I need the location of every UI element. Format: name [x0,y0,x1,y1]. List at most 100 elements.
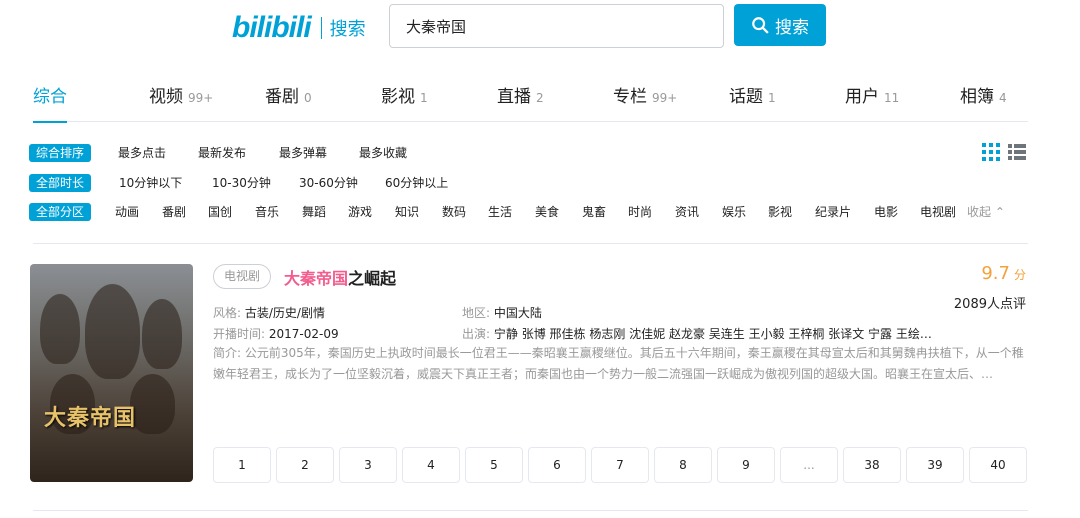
meta-value: 宁静 张博 邢佳栋 杨志刚 沈佳妮 赵龙豪 吴连生 王小毅 王梓桐 张译文 宁露… [493,327,932,341]
zone-option[interactable]: 资讯 [675,203,699,221]
zone-chip-all[interactable]: 全部分区 [29,203,92,221]
zone-option[interactable]: 生活 [488,203,512,221]
tab-article[interactable]: 专栏 99+ [613,82,677,122]
tab-album[interactable]: 相簿 4 [960,82,1007,122]
sort-filter-row: 综合排序 最多点击 最新发布 最多弹幕 最多收藏 [29,144,1029,162]
tab-label: 综合 [33,87,67,107]
poster-image[interactable]: 大秦帝国 [30,264,193,482]
view-toggle [982,143,1026,161]
tab-movie-tv[interactable]: 影视 1 [381,82,428,122]
title-rest: 之崛起 [348,269,397,288]
sort-option[interactable]: 最多弹幕 [279,144,327,162]
fold-toggle[interactable]: 收起 ⌃ [967,203,1005,221]
zone-option[interactable]: 音乐 [255,203,279,221]
poster-title: 大秦帝国 [44,405,137,431]
tab-label: 直播 [497,87,531,107]
tab-label: 视频 [149,87,183,107]
tab-user[interactable]: 用户 11 [845,82,899,122]
search-input[interactable]: 大秦帝国 [389,4,724,48]
page-button[interactable]: 3 [339,447,397,483]
zone-option[interactable]: 数码 [442,203,466,221]
zone-option[interactable]: 番剧 [162,203,186,221]
tab-count: 99+ [652,91,678,105]
zone-filter-row: 全部分区 动画 番剧 国创 音乐 舞蹈 游戏 知识 数码 生活 美食 鬼畜 时尚… [29,203,1029,221]
meta-value: 2017-02-09 [268,327,339,341]
meta-region: 地区: 中国大陆 [462,304,542,321]
section-divider [33,510,1028,511]
meta-date: 开播时间: 2017-02-09 [213,325,339,342]
zone-option[interactable]: 舞蹈 [302,203,326,221]
logo-separator [320,17,322,39]
logo-subtitle: 搜索 [329,19,366,40]
sort-option[interactable]: 最新发布 [198,144,246,162]
zone-option[interactable]: 影视 [768,203,792,221]
search-tabs: 综合 视频 99+ 番剧 0 影视 1 直播 2 专栏 99+ 话题 1 用户 11 相簿 4 [33,82,1028,123]
page-button[interactable]: 6 [528,447,586,483]
zone-option[interactable]: 电影 [874,203,898,221]
poster-figure [142,299,182,369]
result-title[interactable]: 大秦帝国之崛起 [284,265,396,289]
grid-view-icon[interactable] [982,143,1000,161]
sort-option[interactable]: 最多点击 [118,144,166,162]
sort-option[interactable]: 最多收藏 [359,144,407,162]
tab-label: 话题 [729,87,763,107]
zone-option[interactable]: 国创 [208,203,232,221]
page-button[interactable]: 8 [654,447,712,483]
tab-live[interactable]: 直播 2 [497,82,544,122]
tab-count: 4 [999,91,1007,105]
tab-all[interactable]: 综合 [33,82,67,123]
page-button[interactable]: 39 [906,447,964,483]
page-button[interactable]: 38 [843,447,901,483]
zone-option[interactable]: 游戏 [348,203,372,221]
tab-label: 番剧 [265,87,299,107]
zone-option[interactable]: 鬼畜 [582,203,606,221]
tab-label: 相簿 [960,87,994,107]
meta-value: 中国大陆 [493,306,542,320]
score: 9.7 分 [981,263,1026,284]
zone-option[interactable]: 娱乐 [722,203,746,221]
duration-option[interactable]: 30-60分钟 [299,174,358,192]
poster-figure [40,294,80,364]
sort-chip-default[interactable]: 综合排序 [29,144,92,162]
page-button[interactable]: 9 [717,447,775,483]
tab-count: 1 [420,91,428,105]
poster-figure [85,284,140,379]
zone-option[interactable]: 动画 [115,203,139,221]
tab-count: 99+ [188,91,214,105]
page-button[interactable]: 40 [969,447,1027,483]
duration-option[interactable]: 10分钟以下 [119,174,182,192]
meta-key: 开播时间: [213,327,266,341]
page-button[interactable]: 5 [465,447,523,483]
tab-count: 0 [304,91,312,105]
description: 简介: 公元前305年，秦国历史上执政时间最长一位君王——秦昭襄王赢稷继位。其后… [213,346,1024,381]
tab-count: 11 [884,91,900,105]
fold-label: 收起 [967,205,992,219]
type-badge: 电视剧 [213,264,272,289]
bilibili-logo[interactable]: bilibili 搜索 [232,11,366,44]
list-view-icon[interactable] [1008,143,1026,161]
tab-topic[interactable]: 话题 1 [729,82,776,122]
meta-key: 地区: [462,306,491,320]
meta-value: 古装/历史/剧情 [244,306,325,320]
tab-bangumi[interactable]: 番剧 0 [265,82,312,122]
page-button[interactable]: 7 [591,447,649,483]
page-button[interactable]: 2 [276,447,334,483]
duration-option[interactable]: 60分钟以上 [385,174,448,192]
title-highlight: 大秦帝国 [284,269,349,288]
zone-option[interactable]: 美食 [535,203,559,221]
zone-option[interactable]: 电视剧 [920,203,956,221]
meta-key: 出演: [462,327,491,341]
meta-style: 风格: 古装/历史/剧情 [213,304,325,321]
tab-label: 用户 [845,87,879,107]
page-button[interactable]: 4 [402,447,460,483]
zone-option[interactable]: 时尚 [628,203,652,221]
search-button[interactable]: 搜索 [734,4,826,46]
zone-option[interactable]: 知识 [395,203,419,221]
duration-chip-all[interactable]: 全部时长 [29,174,92,192]
tab-video[interactable]: 视频 99+ [149,82,213,122]
zone-option[interactable]: 纪录片 [815,203,851,221]
page-button[interactable]: 1 [213,447,271,483]
section-divider [33,243,1028,244]
duration-option[interactable]: 10-30分钟 [212,174,271,192]
search-icon [752,17,769,34]
